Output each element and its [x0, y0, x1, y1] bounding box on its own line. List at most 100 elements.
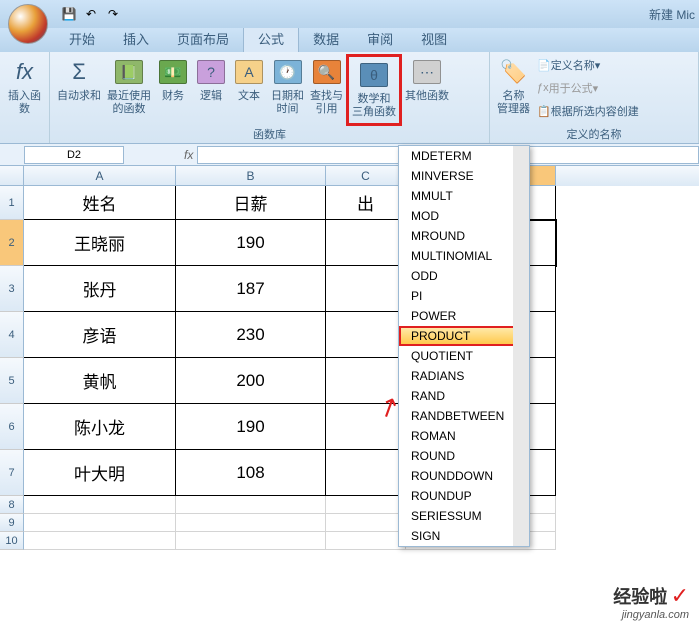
row-header-6[interactable]: 6	[0, 404, 24, 450]
row-header-3[interactable]: 3	[0, 266, 24, 312]
tab-数据[interactable]: 数据	[299, 25, 353, 52]
dropdown-item-odd[interactable]: ODD	[399, 266, 529, 286]
redo-button[interactable]: ↷	[103, 4, 123, 24]
financial-button[interactable]: 💵财务	[154, 54, 192, 126]
create-from-selection-button[interactable]: 📋 根据所选内容创建	[533, 100, 643, 122]
cell-B9[interactable]	[176, 514, 326, 532]
col-header-A[interactable]: A	[24, 166, 176, 186]
undo-button[interactable]: ↶	[81, 4, 101, 24]
dropdown-item-randbetween[interactable]: RANDBETWEEN	[399, 406, 529, 426]
watermark-url: jingyanla.com	[613, 609, 689, 621]
row-header-9[interactable]: 9	[0, 514, 24, 532]
select-all-button[interactable]	[0, 166, 24, 186]
autosum-button[interactable]: Σ 自动求和	[54, 54, 104, 126]
dropdown-item-pi[interactable]: PI	[399, 286, 529, 306]
logical-button[interactable]: ?逻辑	[192, 54, 230, 126]
row-header-5[interactable]: 5	[0, 358, 24, 404]
cell-A1[interactable]: 姓名	[24, 186, 176, 220]
tab-公式[interactable]: 公式	[243, 24, 299, 52]
cell-C10[interactable]	[326, 532, 406, 550]
cell-A10[interactable]	[24, 532, 176, 550]
text-button[interactable]: A文本	[230, 54, 268, 126]
tab-视图[interactable]: 视图	[407, 25, 461, 52]
cell-A2[interactable]: 王晓丽	[24, 220, 176, 266]
cell-C3[interactable]	[326, 266, 406, 312]
dropdown-item-mdeterm[interactable]: MDETERM	[399, 146, 529, 166]
worksheet: ABCD 12345678910 姓名日薪出工资总计王晓丽190张丹187彦语2…	[0, 166, 699, 550]
cell-A4[interactable]: 彦语	[24, 312, 176, 358]
use-in-formula-button[interactable]: ƒx 用于公式 ▾	[533, 77, 643, 99]
tab-开始[interactable]: 开始	[55, 25, 109, 52]
function-dropdown[interactable]: MDETERMMINVERSEMMULTMODMROUNDMULTINOMIAL…	[398, 145, 530, 547]
cell-B7[interactable]: 108	[176, 450, 326, 496]
dropdown-item-quotient[interactable]: QUOTIENT	[399, 346, 529, 366]
cell-B1[interactable]: 日薪	[176, 186, 326, 220]
recent-functions-button[interactable]: 📗最近使用 的函数	[104, 54, 154, 126]
cell-A6[interactable]: 陈小龙	[24, 404, 176, 450]
cell-C7[interactable]	[326, 450, 406, 496]
row-header-1[interactable]: 1	[0, 186, 24, 220]
cell-B5[interactable]: 200	[176, 358, 326, 404]
fx-icon[interactable]: fx	[184, 148, 193, 162]
dropdown-item-rounddown[interactable]: ROUNDDOWN	[399, 466, 529, 486]
dropdown-item-seriessum[interactable]: SERIESSUM	[399, 506, 529, 526]
dropdown-item-power[interactable]: POWER	[399, 306, 529, 326]
cell-A3[interactable]: 张丹	[24, 266, 176, 312]
cell-B3[interactable]: 187	[176, 266, 326, 312]
dropdown-item-multinomial[interactable]: MULTINOMIAL	[399, 246, 529, 266]
cell-B10[interactable]	[176, 532, 326, 550]
autosum-label: 自动求和	[57, 90, 101, 103]
math-label: 数学和 三角函数	[352, 93, 396, 119]
dropdown-item-mmult[interactable]: MMULT	[399, 186, 529, 206]
tab-审阅[interactable]: 审阅	[353, 25, 407, 52]
cell-B8[interactable]	[176, 496, 326, 514]
tag-icon: 🏷️	[498, 56, 530, 88]
sigma-icon: Σ	[63, 56, 95, 88]
dropdown-item-roman[interactable]: ROMAN	[399, 426, 529, 446]
cell-B2[interactable]: 190	[176, 220, 326, 266]
cell-C4[interactable]	[326, 312, 406, 358]
book-icon: ?	[195, 56, 227, 88]
column-headers: ABCD	[0, 166, 699, 186]
cell-C9[interactable]	[326, 514, 406, 532]
dropdown-item-minverse[interactable]: MINVERSE	[399, 166, 529, 186]
name-manager-button[interactable]: 🏷️名称 管理器	[494, 54, 533, 126]
cell-A9[interactable]	[24, 514, 176, 532]
row-header-10[interactable]: 10	[0, 532, 24, 550]
title-bar: 💾 ↶ ↷ 新建 Mic	[0, 0, 699, 28]
tab-页面布局[interactable]: 页面布局	[163, 25, 243, 52]
col-header-C[interactable]: C	[326, 166, 406, 186]
office-button[interactable]	[8, 4, 48, 44]
tab-插入[interactable]: 插入	[109, 25, 163, 52]
row-header-2[interactable]: 2	[0, 220, 24, 266]
cell-C2[interactable]	[326, 220, 406, 266]
cell-A7[interactable]: 叶大明	[24, 450, 176, 496]
dropdown-item-roundup[interactable]: ROUNDUP	[399, 486, 529, 506]
name-box[interactable]: D2	[24, 146, 124, 164]
other-functions-button[interactable]: ⋯其他函数	[402, 54, 452, 126]
dropdown-item-round[interactable]: ROUND	[399, 446, 529, 466]
cell-A5[interactable]: 黄帆	[24, 358, 176, 404]
cell-B6[interactable]: 190	[176, 404, 326, 450]
cell-C1[interactable]: 出	[326, 186, 406, 220]
save-button[interactable]: 💾	[59, 4, 79, 24]
dropdown-scrollbar[interactable]	[513, 146, 529, 546]
row-header-7[interactable]: 7	[0, 450, 24, 496]
datetime-button[interactable]: 🕐日期和 时间	[268, 54, 307, 126]
dropdown-item-product[interactable]: PRODUCT	[399, 326, 529, 346]
row-header-4[interactable]: 4	[0, 312, 24, 358]
math-trig-button[interactable]: θ数学和 三角函数	[346, 54, 402, 126]
insert-function-button[interactable]: fx 插入函数	[4, 54, 45, 126]
dropdown-item-radians[interactable]: RADIANS	[399, 366, 529, 386]
cell-C8[interactable]	[326, 496, 406, 514]
dropdown-item-mround[interactable]: MROUND	[399, 226, 529, 246]
dropdown-item-rand[interactable]: RAND	[399, 386, 529, 406]
cell-B4[interactable]: 230	[176, 312, 326, 358]
dropdown-item-sign[interactable]: SIGN	[399, 526, 529, 546]
dropdown-item-mod[interactable]: MOD	[399, 206, 529, 226]
col-header-B[interactable]: B	[176, 166, 326, 186]
cell-A8[interactable]	[24, 496, 176, 514]
row-header-8[interactable]: 8	[0, 496, 24, 514]
lookup-button[interactable]: 🔍查找与 引用	[307, 54, 346, 126]
define-name-button[interactable]: 📄 定义名称 ▾	[533, 54, 643, 76]
